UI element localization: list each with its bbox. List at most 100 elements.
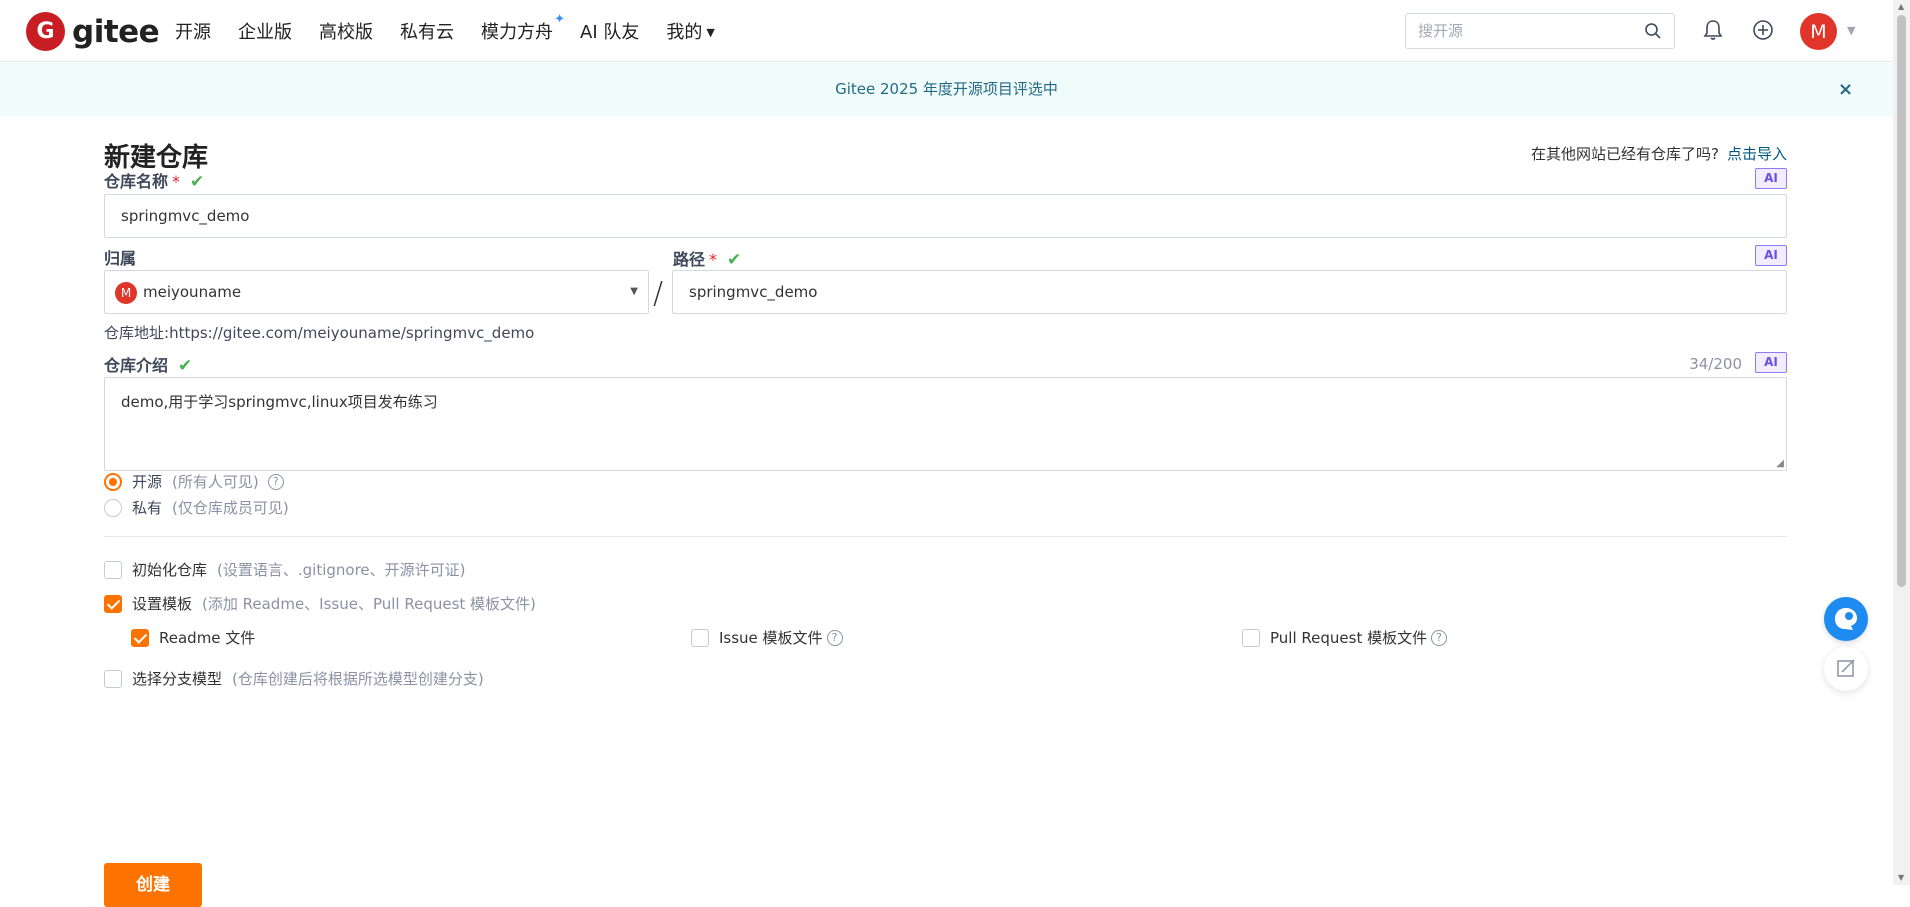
path-label: 路径 * ✔ xyxy=(673,246,741,270)
branch-model-hint: (仓库创建后将根据所选模型创建分支) xyxy=(232,670,484,688)
init-repo-hint: (设置语言、.gitignore、开源许可证) xyxy=(217,561,466,579)
template-readme-label: Readme 文件 xyxy=(159,629,256,647)
valid-check-icon: ✔ xyxy=(178,356,193,376)
gitee-logo[interactable]: G gitee xyxy=(26,12,160,51)
repo-name-label-text: 仓库名称 xyxy=(104,172,169,191)
path-separator: / xyxy=(653,276,664,311)
valid-check-icon: ✔ xyxy=(190,172,205,192)
checkbox-checked-icon[interactable] xyxy=(131,628,149,647)
feedback-button[interactable] xyxy=(1824,647,1868,691)
nav-mine[interactable]: 我的 ▼ xyxy=(666,18,714,44)
import-prompt: 在其他网站已经有仓库了吗? 点击导入 xyxy=(1531,143,1787,164)
visibility-public[interactable]: 开源 (所有人可见) ? xyxy=(104,471,284,492)
owner-value: meiyouname xyxy=(143,283,242,301)
form-divider xyxy=(104,536,1787,537)
chevron-down-icon: ▼ xyxy=(630,286,638,297)
nav-opensource[interactable]: 开源 xyxy=(175,18,211,44)
import-link[interactable]: 点击导入 xyxy=(1727,145,1787,163)
ai-badge-path[interactable]: AI xyxy=(1755,245,1787,266)
nav-enterprise[interactable]: 企业版 xyxy=(238,18,292,44)
nav-mine-label: 我的 xyxy=(666,22,703,43)
scroll-down-icon[interactable]: ▼ xyxy=(1898,873,1904,882)
checkbox-checked-icon[interactable] xyxy=(104,594,122,613)
bell-icon[interactable] xyxy=(1703,19,1723,41)
visibility-public-hint: (所有人可见) xyxy=(172,473,259,491)
import-prompt-text: 在其他网站已经有仓库了吗? xyxy=(1531,145,1719,163)
search-icon[interactable] xyxy=(1644,22,1662,40)
branch-model-label: 选择分支模型 xyxy=(132,670,223,688)
help-icon[interactable]: ? xyxy=(1431,629,1448,646)
path-input[interactable]: springmvc_demo xyxy=(672,270,1787,314)
nav-education[interactable]: 高校版 xyxy=(319,18,373,44)
visibility-private[interactable]: 私有 (仅仓库成员可见) xyxy=(104,497,289,518)
help-icon[interactable]: ? xyxy=(267,473,284,490)
repo-address: 仓库地址:https://gitee.com/meiyouname/spring… xyxy=(104,322,534,343)
chat-bubble-icon xyxy=(1835,608,1857,630)
gitee-logo-text: gitee xyxy=(72,13,160,50)
checkbox-unchecked-icon[interactable] xyxy=(691,628,709,647)
owner-select[interactable]: Mmeiyouname ▼ xyxy=(104,270,649,314)
radio-unselected-icon[interactable] xyxy=(104,498,122,517)
close-icon[interactable]: × xyxy=(1838,63,1853,116)
scrollbar-thumb[interactable] xyxy=(1897,15,1906,587)
announcement-banner: Gitee 2025 年度开源项目评选中 × xyxy=(0,63,1893,116)
valid-check-icon: ✔ xyxy=(727,250,742,270)
template-issue-label: Issue 模板文件 xyxy=(719,629,823,647)
nav-private-cloud[interactable]: 私有云 xyxy=(400,18,454,44)
description-label: 仓库介绍 ✔ xyxy=(104,352,192,376)
page-scrollbar[interactable]: ▲ ▼ xyxy=(1893,0,1910,885)
template-readme-option[interactable]: Readme 文件 xyxy=(131,627,255,648)
path-label-text: 路径 xyxy=(673,250,706,269)
required-mark: * xyxy=(172,172,181,191)
create-button[interactable]: 创建 xyxy=(104,863,202,907)
search-box xyxy=(1405,13,1675,49)
checkbox-unchecked-icon[interactable] xyxy=(1242,628,1260,647)
ai-badge-description[interactable]: AI xyxy=(1755,352,1787,373)
repo-address-url: https://gitee.com/meiyouname/springmvc_d… xyxy=(169,324,535,342)
visibility-private-label: 私有 xyxy=(132,499,163,517)
search-input[interactable] xyxy=(1406,14,1626,48)
repo-address-prefix: 仓库地址: xyxy=(104,324,170,342)
resize-grip-icon[interactable]: ◢ xyxy=(1776,458,1784,469)
template-pr-label: Pull Request 模板文件 xyxy=(1270,629,1428,647)
description-value: demo,用于学习springmvc,linux项目发布练习 xyxy=(121,393,438,411)
sparkle-icon: ✦ xyxy=(554,12,565,27)
template-hint: (添加 Readme、Issue、Pull Request 模板文件) xyxy=(202,595,536,613)
main-nav: 开源 企业版 高校版 私有云 模力方舟 ✦ AI 队友 我的 ▼ xyxy=(175,12,742,44)
owner-avatar: M xyxy=(115,282,137,304)
branch-model-option[interactable]: 选择分支模型 (仓库创建后将根据所选模型创建分支) xyxy=(104,668,484,689)
avatar-caret-icon[interactable]: ▼ xyxy=(1847,24,1855,37)
template-pr-option[interactable]: Pull Request 模板文件 ? xyxy=(1242,627,1448,648)
scroll-up-icon[interactable]: ▲ xyxy=(1898,2,1904,11)
user-avatar[interactable]: M xyxy=(1800,13,1837,50)
plus-circle-icon[interactable] xyxy=(1752,19,1774,41)
checkbox-unchecked-icon[interactable] xyxy=(104,669,122,688)
nav-ai-teammate[interactable]: AI 队友 xyxy=(580,18,639,44)
banner-text[interactable]: Gitee 2025 年度开源项目评选中 xyxy=(835,80,1058,98)
visibility-public-label: 开源 xyxy=(132,473,163,491)
checkbox-unchecked-icon[interactable] xyxy=(104,560,122,579)
required-mark: * xyxy=(709,250,718,269)
gitee-logo-icon: G xyxy=(26,12,65,51)
init-repo-option[interactable]: 初始化仓库 (设置语言、.gitignore、开源许可证) xyxy=(104,559,466,580)
template-option[interactable]: 设置模板 (添加 Readme、Issue、Pull Request 模板文件) xyxy=(104,593,536,614)
nav-moli[interactable]: 模力方舟 ✦ xyxy=(481,12,565,44)
description-textarea[interactable]: demo,用于学习springmvc,linux项目发布练习 ◢ xyxy=(104,377,1787,471)
description-label-text: 仓库介绍 xyxy=(104,356,169,375)
help-icon[interactable]: ? xyxy=(826,629,843,646)
ai-badge-name[interactable]: AI xyxy=(1755,168,1787,189)
template-label: 设置模板 xyxy=(132,595,193,613)
repo-name-input[interactable]: springmvc_demo xyxy=(104,194,1787,238)
chat-assistant-button[interactable] xyxy=(1824,597,1868,641)
repo-name-label: 仓库名称 * ✔ xyxy=(104,168,204,192)
owner-label: 归属 xyxy=(104,249,137,268)
radio-selected-icon[interactable] xyxy=(104,472,122,491)
nav-moli-label: 模力方舟 xyxy=(481,22,553,43)
top-navbar: G gitee 开源 企业版 高校版 私有云 模力方舟✦ AI 队友 我的▼ M… xyxy=(0,0,1893,62)
caret-down-icon: ▼ xyxy=(706,26,715,39)
visibility-private-hint: (仅仓库成员可见) xyxy=(172,499,289,517)
edit-note-icon xyxy=(1837,659,1855,677)
template-issue-option[interactable]: Issue 模板文件 ? xyxy=(691,627,843,648)
description-counter: 34/200 xyxy=(1689,355,1742,373)
init-repo-label: 初始化仓库 xyxy=(132,561,208,579)
